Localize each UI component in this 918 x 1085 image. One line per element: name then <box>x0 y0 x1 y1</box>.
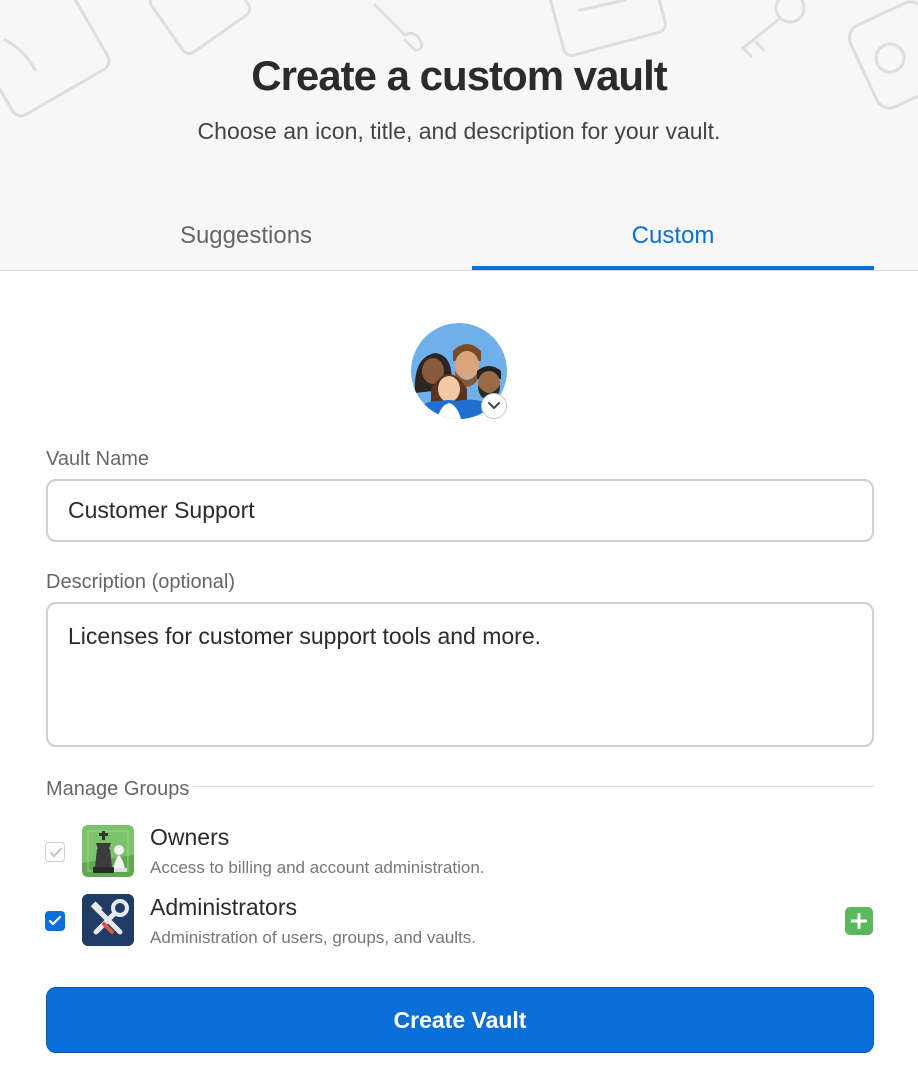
chevron-down-icon[interactable] <box>481 393 507 419</box>
administrators-checkbox[interactable] <box>45 911 65 931</box>
group-name-administrators: Administrators <box>150 894 297 920</box>
tools-icon <box>82 894 134 946</box>
owners-checkbox[interactable] <box>45 842 65 862</box>
description-textarea[interactable]: Licenses for customer support tools and … <box>46 602 874 747</box>
create-vault-button[interactable]: Create Vault <box>46 987 874 1053</box>
manage-groups-title: Manage Groups <box>46 778 194 801</box>
add-group-button[interactable] <box>845 907 873 935</box>
chess-pieces-icon <box>82 825 134 877</box>
vault-name-input[interactable]: Customer Support <box>46 479 874 542</box>
checkmark-icon <box>48 915 62 926</box>
plus-icon <box>851 913 867 929</box>
description-label: Description (optional) <box>46 571 235 593</box>
group-name-owners: Owners <box>150 824 230 850</box>
tab-suggestions[interactable]: Suggestions <box>46 222 446 270</box>
page-subtitle: Choose an icon, title, and description f… <box>197 118 721 144</box>
group-desc-owners: Access to billing and account administra… <box>150 858 485 877</box>
vault-name-label: Vault Name <box>46 448 150 470</box>
page-title: Create a custom vault <box>251 52 668 99</box>
checkmark-icon <box>50 848 62 857</box>
group-desc-administrators: Administration of users, groups, and vau… <box>150 928 476 947</box>
tab-custom[interactable]: Custom <box>472 222 874 270</box>
header: Create a custom vault Choose an icon, ti… <box>0 0 918 271</box>
